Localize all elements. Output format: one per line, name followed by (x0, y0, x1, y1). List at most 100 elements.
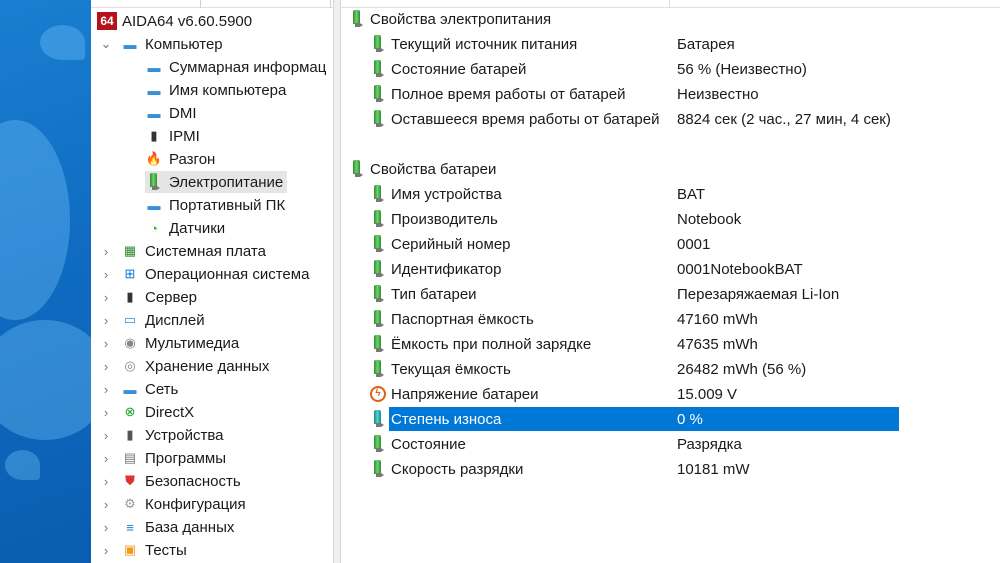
property-row[interactable]: Состояние батарей 56 % (Неизвестно) (341, 57, 1000, 81)
chevron-right-icon[interactable]: › (100, 497, 112, 512)
tree-item[interactable]: › ▭ Дисплей (91, 309, 333, 331)
splitter[interactable] (333, 0, 341, 563)
chevron-right-icon[interactable]: › (100, 359, 112, 374)
tree-item[interactable]: ▬ Портативный ПК (91, 194, 333, 216)
property-value: 0 % (677, 410, 703, 428)
battery-icon (371, 360, 384, 377)
property-label: Тип батареи (391, 285, 477, 303)
tree-item[interactable]: › ▤ Программы (91, 447, 333, 469)
property-value: 47160 mWh (677, 310, 758, 328)
tree-item[interactable]: › ▣ Тесты (91, 539, 333, 561)
property-row[interactable]: Полное время работы от батарей Неизвестно (341, 82, 1000, 106)
gauge-icon: ◔ (150, 220, 158, 236)
tree-item-label: Безопасность (145, 472, 241, 490)
property-label: Серийный номер (391, 235, 511, 253)
tree-item[interactable]: › ▮ Устройства (91, 424, 333, 446)
property-label: Состояние (391, 435, 466, 453)
property-row[interactable]: Серийный номер 0001 (341, 232, 1000, 256)
tree-item[interactable]: › ▬ Сеть (91, 378, 333, 400)
property-row[interactable]: ϟ Напряжение батареи 15.009 V (341, 382, 1000, 406)
chevron-right-icon[interactable]: › (100, 267, 112, 282)
property-row[interactable]: Скорость разрядки 10181 mW (341, 457, 1000, 481)
tree-item[interactable]: › ◎ Хранение данных (91, 355, 333, 377)
server-icon: ▮ (150, 128, 158, 143)
tree-item[interactable]: › ≡ База данных (91, 516, 333, 538)
property-value: BAT (677, 185, 706, 203)
server-icon: ▮ (126, 289, 134, 304)
property-row[interactable]: Ёмкость при полной зарядке 47635 mWh (341, 332, 1000, 356)
tree-item[interactable]: ◔ Датчики (91, 217, 333, 239)
tree-item-label: Разгон (169, 150, 216, 168)
property-row[interactable]: Степень износа 0 % (341, 407, 1000, 431)
tree-root-aida64[interactable]: 64 AIDA64 v6.60.5900 (97, 10, 252, 32)
tree-item[interactable]: › ⊗ DirectX (91, 401, 333, 423)
tree-item[interactable]: ▮ IPMI (91, 125, 333, 147)
property-value: 26482 mWh (56 %) (677, 360, 807, 378)
tree-item-label: База данных (145, 518, 235, 536)
chevron-right-icon[interactable]: › (100, 382, 112, 397)
tree-item-label: Сеть (145, 380, 179, 398)
property-row[interactable]: Текущая ёмкость 26482 mWh (56 %) (341, 357, 1000, 381)
chevron-right-icon[interactable]: › (100, 313, 112, 328)
chevron-right-icon[interactable]: › (100, 474, 112, 489)
property-row[interactable]: Оставшееся время работы от батарей 8824 с… (341, 107, 1000, 131)
property-row[interactable]: Производитель Notebook (341, 207, 1000, 231)
section-header: Свойства батареи (341, 157, 1000, 181)
property-label: Имя устройства (391, 185, 502, 203)
chevron-right-icon[interactable]: › (100, 290, 112, 305)
tree-item[interactable]: ▬ Имя компьютера (91, 79, 333, 101)
property-row[interactable]: Паспортная ёмкость 47160 mWh (341, 307, 1000, 331)
property-row[interactable]: Идентификатор 0001NotebookBAT (341, 257, 1000, 281)
tree-item[interactable]: 🔥 Разгон (91, 148, 333, 170)
battery-icon (145, 173, 163, 191)
tree-item[interactable]: › ▦ Системная плата (91, 240, 333, 262)
tree-item[interactable]: ▬ Суммарная информац (91, 56, 333, 78)
property-row[interactable]: Состояние Разрядка (341, 432, 1000, 456)
chevron-right-icon[interactable]: › (100, 543, 112, 558)
tree-item[interactable]: ⌄ ▬ Компьютер (91, 33, 333, 55)
navigation-tree[interactable]: 64 AIDA64 v6.60.5900 ⌄ ▬ Компьютер ▬ Суммарная… (91, 8, 333, 563)
battery-icon (371, 185, 384, 202)
property-value: 56 % (Неизвестно) (677, 60, 807, 78)
property-label: Текущий источник питания (391, 35, 578, 53)
tree-item-label: Датчики (169, 219, 226, 237)
disk-icon: ◎ (124, 358, 136, 373)
config-icon: ⚙ (124, 496, 136, 511)
property-label: Напряжение батареи (391, 385, 539, 403)
property-label: Оставшееся время работы от батарей (391, 110, 660, 128)
chevron-right-icon[interactable]: › (100, 520, 112, 535)
details-panel: Свойства электропитания Текущий источник … (341, 0, 1000, 563)
tree-item[interactable]: › ⛊ Безопасность (91, 470, 333, 492)
tree-item[interactable]: › ◉ Мультимедиа (91, 332, 333, 354)
property-value: 0001 (677, 235, 711, 253)
speaker-icon: ◉ (124, 335, 136, 350)
property-label: Скорость разрядки (391, 460, 524, 478)
tree-item[interactable]: ▬ DMI (91, 102, 333, 124)
property-value: 15.009 V (677, 385, 738, 403)
tree-item-label: DirectX (145, 403, 195, 421)
chevron-right-icon[interactable]: › (100, 405, 112, 420)
chevron-right-icon[interactable]: › (100, 336, 112, 351)
chevron-down-icon[interactable]: ⌄ (100, 36, 112, 52)
tree-item-label: Электропитание (169, 173, 284, 191)
chevron-right-icon[interactable]: › (100, 451, 112, 466)
property-row[interactable]: Тип батареи Перезаряжаемая Li-Ion (341, 282, 1000, 306)
battery-icon (371, 260, 384, 277)
app-title: AIDA64 v6.60.5900 (122, 12, 253, 30)
property-label: Паспортная ёмкость (391, 310, 534, 328)
property-value: 47635 mWh (677, 335, 758, 353)
property-row[interactable]: Текущий источник питания Батарея (341, 32, 1000, 56)
tree-item[interactable]: › ⊞ Операционная система (91, 263, 333, 285)
tree-item[interactable]: Электропитание (91, 171, 333, 193)
chevron-right-icon[interactable]: › (100, 428, 112, 443)
battery-icon (371, 335, 384, 352)
shield-icon: ⛊ (125, 473, 135, 488)
property-row[interactable]: Имя устройства BAT (341, 182, 1000, 206)
chevron-right-icon[interactable]: › (100, 244, 112, 259)
property-label: Полное время работы от батарей (391, 85, 626, 103)
tree-item-label: Тесты (145, 541, 187, 559)
tree-item[interactable]: › ▮ Сервер (91, 286, 333, 308)
tree-item[interactable]: › ⚙ Конфигурация (91, 493, 333, 515)
tree-item-label: Программы (145, 449, 227, 467)
property-value: Разрядка (677, 435, 742, 453)
